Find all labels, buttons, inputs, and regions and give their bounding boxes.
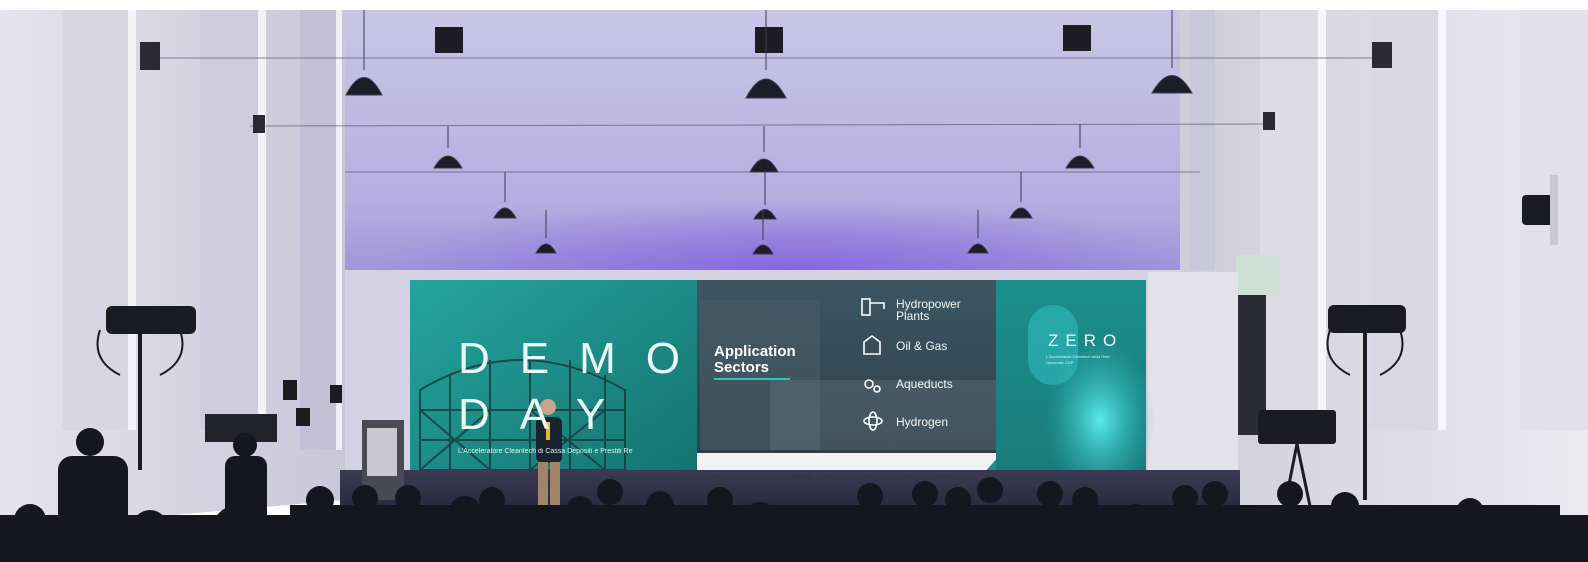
sector-oil-gas: Oil & Gas <box>896 339 948 353</box>
demo-title-line1: DEMO <box>458 334 710 383</box>
demo-tagline: L'Acceleratore Cleantech di Cassa Deposi… <box>458 448 633 455</box>
sponsor-logo-5: acea <box>862 474 876 480</box>
zero-subtitle: L'Acceleratore Cleantech della Rete Nazi… <box>1046 354 1110 365</box>
sector-aqueducts: Aqueducts <box>896 377 953 391</box>
sponsor-logo-4: elis <box>822 474 832 480</box>
sponsor-logo-3: Ideology <box>790 474 813 480</box>
event-photo: DEMO DAY L'Acceleratore Cleantech di Cas… <box>0 0 1588 562</box>
sponsor-logo-2: ENI <box>762 474 773 480</box>
sector-hydropower: Hydropower Plants <box>896 297 961 323</box>
sponsor-logo-7: Microsoft <box>934 474 959 480</box>
zero-brand: ZERO <box>1048 331 1124 350</box>
sponsor-logo-6: Anima <box>898 474 916 480</box>
application-sectors-heading: Application Sectors <box>714 343 796 376</box>
sector-hydrogen: Hydrogen <box>896 415 949 429</box>
demo-title-line2: DAY <box>458 390 636 439</box>
sponsor-logo-1: ulisse <box>706 474 722 480</box>
